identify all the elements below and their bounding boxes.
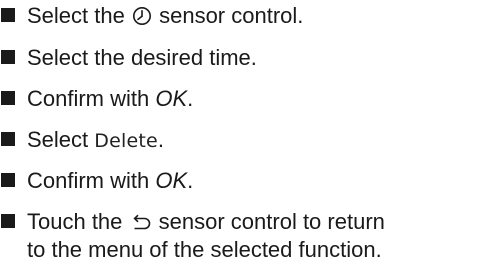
square-bullet: [1, 173, 15, 187]
step-text: Select the desired time.: [27, 45, 257, 70]
ok-label: OK: [155, 168, 188, 193]
ok-label: OK: [155, 86, 188, 111]
step-text: Touch the: [27, 209, 123, 234]
step-text: sensor control to return: [158, 209, 385, 234]
step-punct: .: [187, 86, 194, 111]
step-text: Select the: [27, 3, 125, 28]
square-bullet: [1, 8, 15, 22]
delete-label: Delete: [94, 130, 158, 152]
step-punct: .: [187, 168, 194, 193]
step-punct: .: [157, 127, 165, 152]
step-text: Confirm with: [27, 86, 150, 111]
step-text-line2: to the menu of the selected function.: [27, 237, 382, 262]
step-text: Select: [27, 127, 89, 152]
square-bullet: [1, 50, 15, 64]
step-text: sensor control.: [159, 3, 304, 28]
clock-icon: [132, 6, 152, 26]
step-text: Confirm with: [27, 168, 150, 193]
square-bullet: [1, 91, 15, 105]
back-arrow-icon: [130, 214, 152, 232]
square-bullet: [1, 132, 15, 146]
square-bullet: [1, 214, 15, 228]
